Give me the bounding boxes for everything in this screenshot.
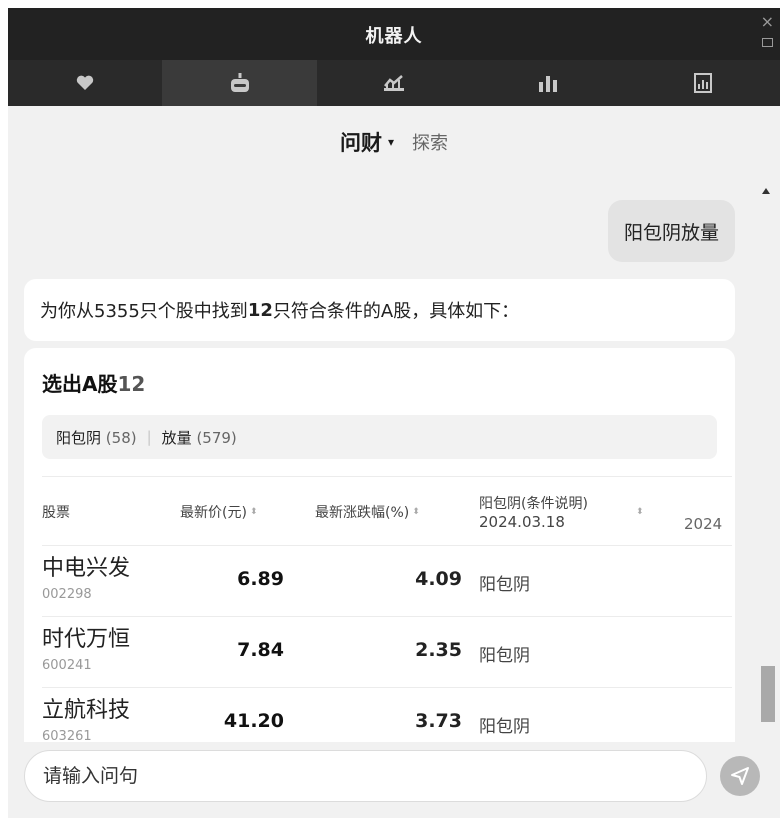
bar-chart-icon bbox=[539, 76, 558, 92]
scroll-up-arrow-icon[interactable] bbox=[762, 188, 770, 194]
popout-icon[interactable] bbox=[762, 38, 773, 47]
title-bar: 机器人 × bbox=[8, 8, 780, 60]
mode-wencai[interactable]: 问财 bbox=[340, 127, 382, 157]
stock-condition: 阳包阴 bbox=[479, 717, 530, 737]
filter-separator: | bbox=[146, 428, 152, 446]
mode-explore[interactable]: 探索 bbox=[412, 129, 448, 155]
result-count: 12 bbox=[117, 372, 146, 396]
chevron-down-icon[interactable]: ▾ bbox=[388, 135, 394, 149]
scroll-thumb[interactable] bbox=[761, 666, 775, 722]
tab-bars[interactable] bbox=[471, 60, 625, 106]
report-icon bbox=[693, 73, 712, 93]
condition-filters: 阳包阴 (58) | 放量 (579) bbox=[42, 415, 717, 459]
stock-condition: 阳包阴 bbox=[479, 646, 530, 666]
filter-label: 阳包阴 bbox=[56, 428, 102, 447]
filter-chip-yangbaoyin[interactable]: 阳包阴 (58) bbox=[56, 427, 137, 448]
stock-name[interactable]: 时代万恒 bbox=[42, 627, 130, 653]
stock-code: 600241 bbox=[42, 658, 92, 673]
trend-chart-icon bbox=[384, 75, 405, 91]
heart-icon bbox=[77, 75, 94, 90]
stock-code: 002298 bbox=[42, 587, 92, 602]
tab-robot[interactable] bbox=[162, 60, 317, 106]
question-input[interactable] bbox=[24, 750, 707, 802]
window-title: 机器人 bbox=[365, 26, 423, 47]
tab-bar bbox=[8, 60, 780, 106]
table-row[interactable]: 中电兴发 002298 6.89 4.09 阳包阴 bbox=[42, 546, 732, 617]
filter-label: 放量 bbox=[161, 428, 192, 447]
stock-code: 603261 bbox=[42, 729, 92, 742]
filter-count: (58) bbox=[105, 428, 137, 447]
column-header-label: 最新价(元) bbox=[180, 505, 247, 521]
sort-icon[interactable]: ⬍ bbox=[412, 507, 420, 517]
result-title-label: 选出A股 bbox=[42, 372, 118, 396]
table-header: 股票 最新价(元) ⬍ 最新涨跌幅(%) ⬍ 阳包阴(条件说明) 2024.03… bbox=[42, 476, 732, 546]
column-header-condition[interactable]: 阳包阴(条件说明) 2024.03.18 bbox=[479, 477, 588, 547]
stock-price: 7.84 bbox=[237, 639, 284, 661]
tab-favorites[interactable] bbox=[8, 60, 162, 106]
bot-message: 为你从5355只个股中找到 12 只符合条件的A股，具体如下： bbox=[24, 279, 735, 341]
results-table: 股票 最新价(元) ⬍ 最新涨跌幅(%) ⬍ 阳包阴(条件说明) 2024.03… bbox=[42, 476, 732, 742]
bot-message-prefix: 为你从5355只个股中找到 bbox=[40, 301, 248, 322]
stock-change: 2.35 bbox=[415, 639, 462, 661]
chat-scrollbar[interactable] bbox=[758, 178, 778, 742]
column-header-label: 最新涨跌幅(%) bbox=[315, 505, 410, 521]
filter-count: (579) bbox=[196, 428, 237, 447]
chat-area: 阳包阴放量 为你从5355只个股中找到 12 只符合条件的A股，具体如下： 选出A股… bbox=[8, 178, 780, 742]
bot-message-count: 12 bbox=[247, 299, 273, 321]
stock-name[interactable]: 立航科技 bbox=[42, 698, 130, 724]
send-icon bbox=[731, 767, 749, 785]
column-header-date: 2024.03.18 bbox=[479, 513, 565, 531]
close-icon[interactable]: × bbox=[761, 12, 774, 31]
table-row[interactable]: 时代万恒 600241 7.84 2.35 阳包阴 bbox=[42, 617, 732, 688]
robot-window: 机器人 × 问财 ▾ 探索 阳包阴放量 为你从5355只个股中找到 12 只符合… bbox=[8, 8, 780, 818]
input-bar bbox=[8, 742, 780, 818]
table-row[interactable]: 立航科技 603261 41.20 3.73 阳包阴 bbox=[42, 688, 732, 742]
mode-switcher: 问财 ▾ 探索 bbox=[8, 106, 780, 178]
column-header-label: 阳包阴(条件说明) bbox=[479, 496, 588, 512]
stock-price: 6.89 bbox=[237, 568, 284, 590]
robot-icon bbox=[230, 73, 249, 92]
filter-chip-volume[interactable]: 放量 (579) bbox=[162, 427, 237, 448]
column-header-change[interactable]: 最新涨跌幅(%) ⬍ bbox=[315, 477, 420, 547]
stock-condition: 阳包阴 bbox=[479, 575, 530, 595]
stock-change: 3.73 bbox=[415, 710, 462, 732]
tab-trend[interactable] bbox=[317, 60, 471, 106]
result-title: 选出A股12 bbox=[42, 368, 145, 397]
tab-report[interactable] bbox=[626, 60, 780, 106]
stock-change: 4.09 bbox=[415, 568, 462, 590]
result-card: 选出A股12 阳包阴 (58) | 放量 (579) 股票 最新价(元) ⬍ 最… bbox=[24, 348, 735, 742]
stock-price: 41.20 bbox=[223, 710, 284, 732]
bot-message-suffix: 只符合条件的A股，具体如下： bbox=[272, 301, 520, 322]
user-message: 阳包阴放量 bbox=[607, 200, 735, 262]
sort-icon[interactable]: ⬍ bbox=[250, 507, 258, 517]
send-button[interactable] bbox=[720, 756, 760, 796]
column-header-stock: 股票 bbox=[42, 505, 70, 521]
sort-icon[interactable]: ⬍ bbox=[636, 507, 644, 517]
stock-name[interactable]: 中电兴发 bbox=[42, 556, 130, 582]
column-header-price[interactable]: 最新价(元) ⬍ bbox=[180, 477, 257, 547]
